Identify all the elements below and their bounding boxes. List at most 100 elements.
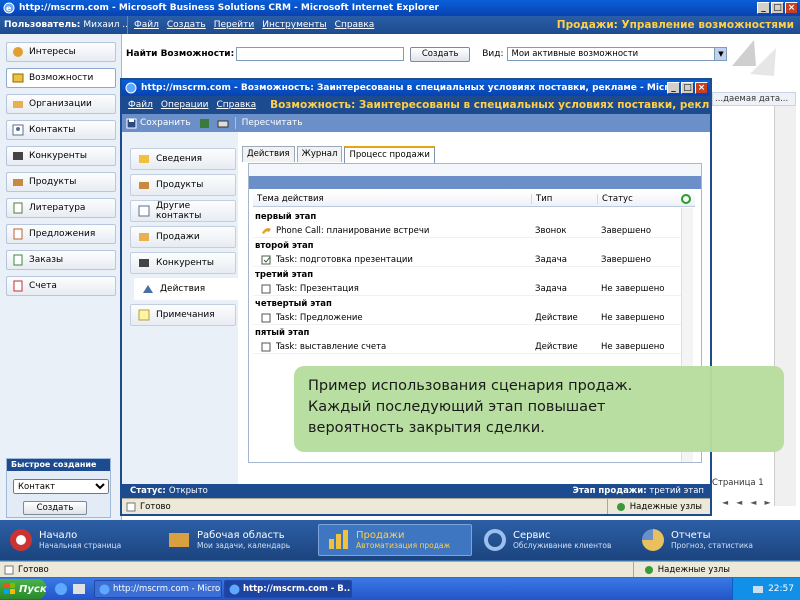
popup-nav-details[interactable]: Сведения — [130, 148, 236, 170]
menu-go[interactable]: Перейти — [214, 20, 255, 30]
activity-type: Звонок — [535, 225, 567, 236]
workplace-icon — [166, 527, 192, 553]
maximize-button[interactable]: □ — [771, 2, 784, 14]
trusted-zone-icon — [616, 502, 626, 512]
table-row[interactable]: Task: Презентация Задача Не завершено — [253, 282, 681, 296]
popup-nav-competitors[interactable]: Конкуренты — [130, 252, 236, 274]
nav-item-opportunities[interactable]: Возможности — [6, 68, 116, 88]
popup-close-button[interactable]: × — [695, 82, 708, 94]
save-button[interactable]: Сохранить — [126, 118, 191, 129]
nav-item-contacts[interactable]: Контакты — [6, 120, 116, 140]
start-button[interactable]: Пуск — [0, 579, 47, 599]
chevron-down-icon[interactable]: ▼ — [714, 48, 727, 60]
table-row[interactable]: Task: подготовка презентации Задача Заве… — [253, 253, 681, 267]
ie-logo-icon — [99, 584, 110, 595]
activity-type: Задача — [535, 283, 567, 294]
popup-menu-file[interactable]: Файл — [128, 100, 153, 110]
tab-activities[interactable]: Действия — [242, 146, 295, 162]
popup-maximize-button[interactable]: □ — [681, 82, 694, 94]
menu-create[interactable]: Создать — [167, 20, 206, 30]
bottom-nav-title: Рабочая область — [197, 530, 285, 541]
popup-nav-notes[interactable]: Примечания — [130, 304, 236, 326]
popup-menu-actions[interactable]: Операции — [161, 100, 209, 110]
col-status[interactable]: Статус — [597, 193, 681, 204]
quick-create-select[interactable]: Контакт — [13, 479, 109, 494]
paging-label: Страница 1 — [712, 478, 764, 488]
nav-item-products[interactable]: Продукты — [6, 172, 116, 192]
network-icon[interactable] — [752, 583, 764, 595]
nav-item-competitors[interactable]: Конкуренты — [6, 146, 116, 166]
activity-subject: Task: Презентация — [276, 283, 359, 294]
taskbar-item-crm-main[interactable]: http://mscrm.com - Micro... — [94, 580, 222, 598]
tab-sales-process[interactable]: Процесс продажи — [344, 146, 435, 163]
menu-file[interactable]: Файл — [134, 20, 159, 30]
user-name[interactable]: Михаил ... — [83, 20, 127, 30]
recalculate-button[interactable]: Пересчитать — [242, 118, 303, 128]
col-type[interactable]: Тип — [531, 193, 597, 204]
nav-item-accounts[interactable]: Организации — [6, 94, 116, 114]
popup-nav-sales[interactable]: Продажи — [130, 226, 236, 248]
activity-status: Не завершено — [601, 312, 665, 323]
popup-nav-other-contacts[interactable]: Другие контакты — [130, 200, 236, 222]
nav-label: Литература — [29, 203, 86, 213]
nav-label: Заказы — [29, 255, 64, 265]
bottom-nav-sales[interactable]: Продажи Автоматизация продаж — [318, 524, 472, 556]
bottom-nav-reports[interactable]: Отчеты Прогноз, статистика — [634, 524, 788, 556]
quick-create-button[interactable]: Создать — [23, 501, 87, 515]
minimize-button[interactable]: _ — [757, 2, 770, 14]
details-icon — [137, 153, 151, 165]
competitors-icon — [11, 150, 25, 162]
tab-history[interactable]: Журнал — [296, 146, 343, 162]
menu-tools[interactable]: Инструменты — [262, 20, 326, 30]
status-value: Открыто — [168, 486, 208, 496]
table-row[interactable]: Task: выставление счета Действие Не заве… — [253, 340, 681, 354]
close-button[interactable]: × — [785, 2, 798, 14]
popup-window-title: http://mscrm.com - Возможность: Заинтере… — [141, 83, 667, 93]
bottom-nav-home[interactable]: Начало Начальная страница — [2, 524, 156, 556]
activity-subject: Task: выставление счета — [276, 341, 387, 352]
menu-help[interactable]: Справка — [335, 20, 375, 30]
nav-item-quotes[interactable]: Предложения — [6, 224, 116, 244]
bottom-nav-workplace[interactable]: Рабочая область Мои задачи, календарь — [160, 524, 314, 556]
refresh-icon[interactable] — [681, 193, 691, 204]
bottom-nav-sub: Прогноз, статистика — [671, 541, 754, 550]
paging-arrows[interactable]: ◄◄◄► — [722, 498, 779, 507]
reports-icon — [640, 527, 666, 553]
ie-status-text: Готово — [18, 564, 49, 575]
popup-nav-label: Примечания — [156, 310, 215, 320]
print-icon[interactable] — [217, 118, 229, 129]
col-subject[interactable]: Тема действия — [253, 194, 531, 204]
task-label: http://mscrm.com - Micro... — [113, 584, 222, 594]
area-title: Продажи: Управление возможностями — [556, 19, 794, 31]
view-select[interactable]: Мои активные возможности ▼ — [507, 47, 728, 61]
create-button[interactable]: Создать — [410, 46, 471, 62]
quick-create-title: Быстрое создание — [7, 459, 110, 471]
nav-item-orders[interactable]: Заказы — [6, 250, 116, 270]
popup-nav-products[interactable]: Продукты — [130, 174, 236, 196]
nav-item-leads[interactable]: Интересы — [6, 42, 116, 62]
popup-nav-activities[interactable]: Действия — [134, 278, 238, 300]
left-nav: Интересы Возможности Организации Контакт… — [0, 34, 122, 520]
table-row[interactable]: Task: Предложение Действие Не завершено — [253, 311, 681, 325]
ie-window-title: http://mscrm.com - Microsoft Business So… — [19, 3, 439, 13]
tab-strip: Действия Журнал Процесс продажи — [242, 146, 435, 163]
taskbar-item-crm-popup[interactable]: http://mscrm.com - B... — [224, 580, 352, 598]
contacts-icon — [137, 205, 151, 217]
nav-item-literature[interactable]: Литература — [6, 198, 116, 218]
bottom-nav-title: Сервис — [513, 530, 551, 541]
nav-label: Организации — [29, 99, 92, 109]
save-close-icon[interactable] — [199, 118, 211, 129]
popup-minimize-button[interactable]: _ — [667, 82, 680, 94]
ie-quicklaunch-icon[interactable] — [54, 582, 68, 596]
view-value: Мои активные возможности — [511, 49, 639, 59]
nav-label: Счета — [29, 281, 57, 291]
activity-type: Задача — [535, 254, 567, 265]
desktop-quicklaunch-icon[interactable] — [72, 582, 86, 596]
popup-menu-help[interactable]: Справка — [216, 100, 256, 110]
bottom-nav-service[interactable]: Сервис Обслуживание клиентов — [476, 524, 630, 556]
phone-icon — [261, 226, 272, 236]
nav-item-invoices[interactable]: Счета — [6, 276, 116, 296]
table-row[interactable]: Phone Call: планирование встречи Звонок … — [253, 224, 681, 238]
ie-zone-text: Надежные узлы — [657, 564, 730, 575]
find-input[interactable] — [236, 47, 405, 61]
